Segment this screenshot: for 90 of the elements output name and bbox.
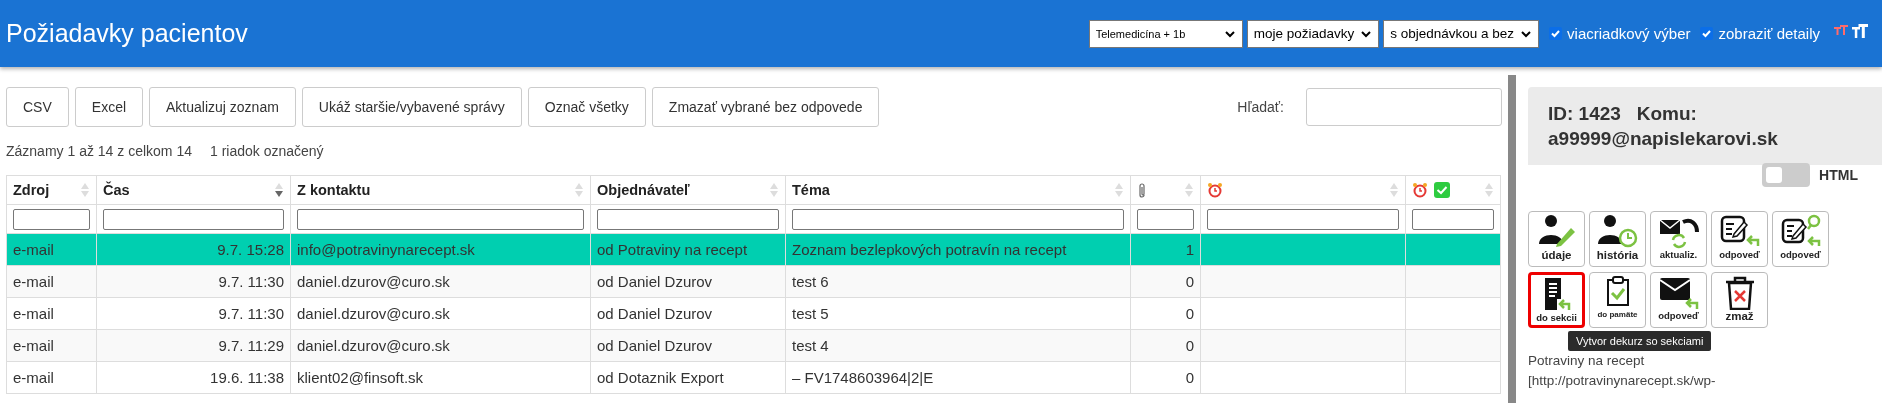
table-cell: od Potraviny na recept — [597, 241, 748, 258]
action-button[interactable]: odpoveď — [1772, 211, 1829, 267]
table-cell: 9.7. 11:30 — [218, 273, 284, 290]
table-cell: 0 — [1185, 273, 1194, 290]
action-button[interactable]: do sekcii — [1528, 272, 1585, 328]
search-field[interactable] — [1306, 88, 1502, 126]
toolbar-button[interactable]: Zmazať vybrané bez odpovede — [651, 87, 880, 127]
filter-dropdown[interactable]: s objednávkou a bez — [1383, 19, 1540, 48]
table-cell: e-mail — [13, 369, 54, 386]
table-cell: 1 — [1185, 241, 1194, 258]
table-cell: daniel.dzurov@curo.sk — [297, 273, 450, 290]
alarm-clock-icon — [1412, 182, 1428, 198]
table-cell: daniel.dzurov@curo.sk — [297, 305, 450, 322]
action-button[interactable]: odpoveď — [1711, 211, 1768, 267]
table-row[interactable]: e-mail 19.6. 11:38 klient02@finsoft.sk od Dotaznik Export – FV1748603964|2|E 0 — [6, 361, 1501, 394]
filter-dropdown[interactable]: moje požiadavky — [1246, 19, 1380, 48]
table-row[interactable]: e-mail 9.7. 11:29 daniel.dzurov@curo.sk od Daniel Dzurov test 4 0 — [6, 329, 1501, 362]
table-cell: – FV1748603964|2|E — [792, 369, 934, 386]
filter-field[interactable] — [1137, 208, 1194, 230]
filter-field[interactable] — [597, 208, 779, 230]
search-label: Hľadať: — [1237, 99, 1284, 115]
text-smaller-icon — [1834, 24, 1848, 36]
table-cell: test 5 — [792, 305, 829, 322]
checkbox-label[interactable]: viacriadkový výber — [1567, 25, 1691, 42]
table-cell: od Daniel Dzurov — [597, 305, 713, 322]
alarm-clock-icon — [1207, 182, 1223, 198]
page-title: Požiadavky pacientov — [6, 19, 248, 48]
table-row[interactable]: e-mail 9.7. 11:30 daniel.dzurov@curo.sk od Daniel Dzurov test 6 0 — [6, 265, 1501, 298]
toolbar-button[interactable]: Označ všetky — [527, 87, 646, 127]
text-larger-icon — [1852, 24, 1868, 39]
table-cell: 9.7. 15:28 — [217, 241, 284, 258]
checkbox[interactable] — [1549, 27, 1563, 40]
table-cell: od Dotaznik Export — [597, 369, 724, 386]
table-row[interactable]: e-mail 9.7. 15:28 info@potravinynarecept.sk od Potraviny na recept Zoznam bezlepkových potravín na recept 1 — [6, 233, 1501, 266]
toolbar-button[interactable]: Aktualizuj zoznam — [149, 87, 296, 127]
filter-dropdown[interactable]: Telemedicína + 1b — [1088, 19, 1243, 48]
filter-field[interactable] — [792, 208, 1124, 230]
message-text: Potraviny na recept — [1528, 352, 1646, 370]
table-cell: daniel.dzurov@curo.sk — [297, 337, 450, 354]
envelope-reply-icon — [1658, 275, 1699, 310]
checkbox[interactable] — [1700, 27, 1714, 40]
action-button[interactable]: zmaž — [1711, 272, 1768, 328]
table-cell: e-mail — [13, 337, 54, 354]
note-magnifier-reply-icon — [1780, 214, 1821, 249]
status-text: Záznamy 1 až 14 z celkom 14 — [6, 143, 192, 159]
table-cell: test 6 — [792, 273, 829, 290]
action-button[interactable]: aktualiz. — [1650, 211, 1707, 267]
action-button[interactable]: odpoveď — [1650, 272, 1707, 328]
note-reply-icon — [1719, 214, 1760, 249]
status-text: 1 riadok označený — [210, 143, 324, 159]
table-cell: Zoznam bezlepkových potravín na recept — [792, 241, 1067, 258]
table-cell: od Daniel Dzurov — [597, 337, 713, 354]
message-text: [http://potravinynarecept.sk/wp- — [1528, 372, 1717, 390]
table-cell: 0 — [1185, 369, 1194, 386]
filter-field[interactable] — [103, 208, 284, 230]
column-header[interactable]: Téma — [792, 182, 830, 198]
table-cell: test 4 — [792, 337, 829, 354]
check-mark-icon — [1434, 182, 1450, 198]
table-cell: klient02@finsoft.sk — [297, 369, 424, 386]
filter-field[interactable] — [1412, 208, 1494, 230]
filter-field[interactable] — [297, 208, 584, 230]
toolbar-button[interactable]: CSV — [6, 87, 69, 127]
filter-field[interactable] — [1207, 208, 1399, 230]
person-clock-icon — [1597, 214, 1638, 249]
filter-field[interactable] — [13, 208, 90, 230]
action-button[interactable]: do pamäte — [1589, 272, 1646, 328]
tooltip: Vytvor dekurz so sekciami — [1568, 331, 1712, 351]
paperclip-icon — [1137, 181, 1147, 199]
column-header[interactable]: Čas — [103, 182, 130, 198]
toolbar-button[interactable]: Ukáž staršie/vybavené správy — [301, 87, 522, 127]
column-header[interactable]: Z kontaktu — [297, 182, 371, 198]
table-cell: info@potravinynarecept.sk — [297, 241, 475, 258]
table-cell: od Daniel Dzurov — [597, 273, 713, 290]
person-pencil-icon — [1536, 214, 1577, 249]
message-heading: ID: 1423 Komu: a99999@napislekarovi.sk — [1548, 102, 1779, 151]
table-cell: 0 — [1185, 305, 1194, 322]
toggle-label: HTML — [1819, 167, 1858, 183]
table-cell: e-mail — [13, 305, 54, 322]
table-row[interactable]: e-mail 9.7. 11:30 daniel.dzurov@curo.sk od Daniel Dzurov test 5 0 — [6, 297, 1501, 330]
table-cell: 9.7. 11:29 — [218, 337, 284, 354]
toggle-switch[interactable] — [1762, 163, 1811, 187]
action-button[interactable]: história — [1589, 211, 1646, 267]
checkbox-label[interactable]: zobraziť detaily — [1718, 25, 1820, 42]
table-cell: 9.7. 11:30 — [218, 305, 284, 322]
action-button[interactable]: údaje — [1528, 211, 1585, 267]
table-cell: 0 — [1185, 337, 1194, 354]
table-cell: 19.6. 11:38 — [210, 369, 284, 386]
toolbar-button[interactable]: Excel — [74, 87, 144, 127]
table-cell: e-mail — [13, 241, 54, 258]
table-cell: e-mail — [13, 273, 54, 290]
